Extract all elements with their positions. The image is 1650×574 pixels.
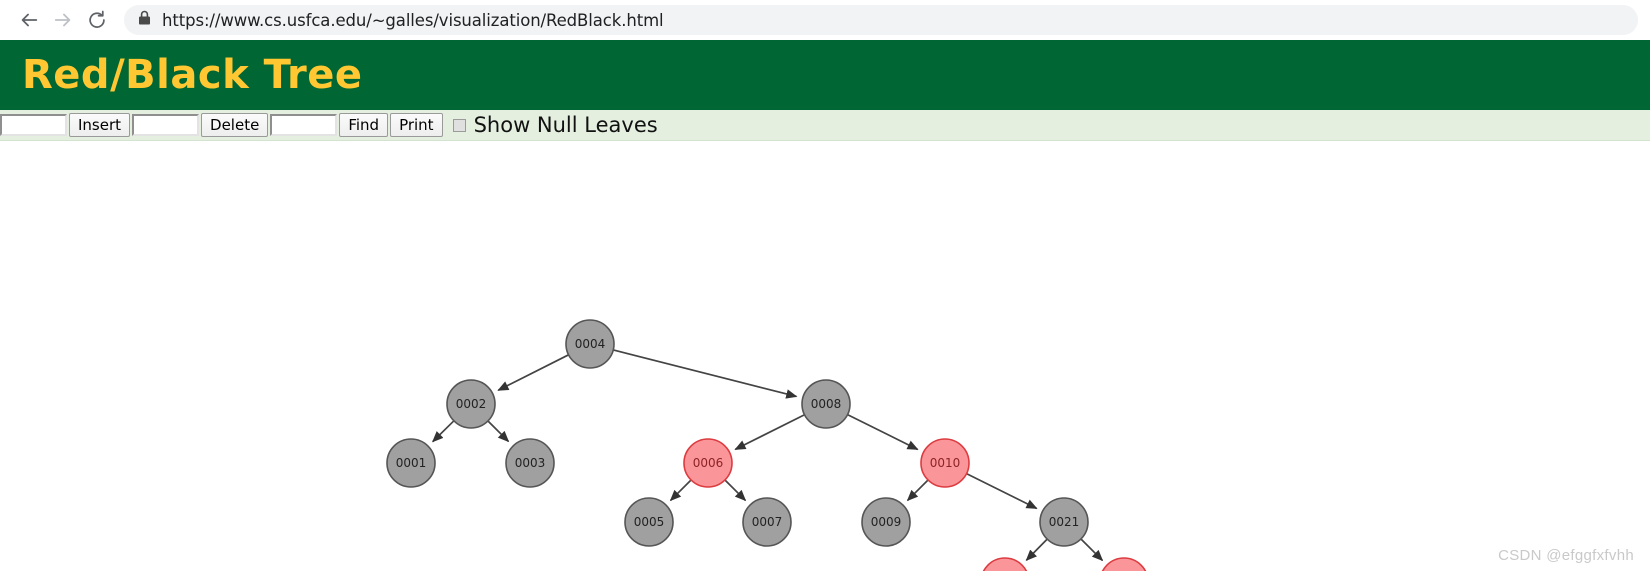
tree-node-circle bbox=[801, 379, 851, 429]
tree-edge bbox=[497, 354, 569, 392]
tree-node[interactable]: 0002 bbox=[446, 379, 496, 429]
back-button[interactable] bbox=[12, 3, 46, 37]
arrow-left-icon bbox=[18, 9, 40, 31]
tree-node-circle bbox=[446, 379, 496, 429]
tree-node-circle bbox=[1101, 557, 1147, 571]
tree-node-circle bbox=[624, 497, 674, 547]
show-null-leaves-checkbox[interactable] bbox=[452, 118, 466, 132]
tree-visualization-canvas[interactable]: 0004 0002 0008 0001 0003 0006 0010 0005 0007 0009… bbox=[0, 141, 1650, 571]
lock-icon bbox=[138, 10, 151, 31]
tree-node[interactable]: 0004 bbox=[565, 319, 615, 369]
arrow-right-icon bbox=[52, 9, 74, 31]
delete-input[interactable] bbox=[132, 114, 200, 136]
tree-edge bbox=[487, 420, 510, 443]
tree-node[interactable]: 0009 bbox=[861, 497, 911, 547]
tree-edge bbox=[724, 479, 747, 502]
reload-button[interactable] bbox=[80, 3, 114, 37]
tree-node[interactable]: 0005 bbox=[624, 497, 674, 547]
tree-node-circle bbox=[861, 497, 911, 547]
find-input[interactable] bbox=[270, 114, 338, 136]
tree-node-circle bbox=[505, 438, 555, 488]
tree-edge bbox=[966, 472, 1038, 510]
tree-node[interactable]: 0007 bbox=[742, 497, 792, 547]
url-text: https://www.cs.usfca.edu/~galles/visuali… bbox=[162, 10, 664, 30]
site-banner: Red/Black Tree bbox=[0, 40, 1650, 110]
insert-input[interactable] bbox=[0, 114, 67, 136]
tree-node[interactable]: 0001 bbox=[386, 438, 436, 488]
tree-edge bbox=[847, 413, 919, 451]
tree-node[interactable]: 0050 bbox=[1100, 557, 1148, 571]
tree-node-circle bbox=[565, 319, 615, 369]
tree-node[interactable]: 0006 bbox=[683, 438, 733, 488]
browser-toolbar: https://www.cs.usfca.edu/~galles/visuali… bbox=[0, 0, 1650, 40]
tree-graph: 0004 0002 0008 0001 0003 0006 0010 0005 0007 0009… bbox=[386, 319, 1148, 571]
tree-node-circle bbox=[742, 497, 792, 547]
reload-icon bbox=[86, 9, 108, 31]
tree-edge bbox=[734, 413, 805, 451]
tree-edge bbox=[432, 420, 455, 443]
tree-edge bbox=[1080, 538, 1104, 562]
tree-node[interactable]: 0010 bbox=[920, 438, 970, 488]
find-button[interactable]: Find bbox=[339, 113, 389, 137]
tree-node[interactable]: 0003 bbox=[505, 438, 555, 488]
tree-edge bbox=[1025, 538, 1048, 561]
tree-node-circle bbox=[386, 438, 436, 488]
delete-button[interactable]: Delete bbox=[201, 113, 269, 137]
forward-button[interactable] bbox=[46, 3, 80, 37]
show-null-leaves-label: Show Null Leaves bbox=[473, 113, 658, 137]
insert-button[interactable]: Insert bbox=[69, 113, 131, 137]
tree-node[interactable]: 0015 bbox=[981, 557, 1029, 571]
tree-edge bbox=[613, 349, 798, 399]
tree-node-circle bbox=[982, 557, 1028, 571]
tree-edge bbox=[669, 479, 692, 502]
tree-node-circle bbox=[683, 438, 733, 488]
print-button[interactable]: Print bbox=[390, 113, 443, 137]
tree-node-circle bbox=[1039, 497, 1089, 547]
show-null-leaves-control[interactable]: Show Null Leaves bbox=[452, 113, 658, 137]
watermark: CSDN @efggfxfvhh bbox=[1498, 547, 1634, 564]
tree-node[interactable]: 0008 bbox=[801, 379, 851, 429]
controls-toolbar: Insert Delete Find Print Show Null Leave… bbox=[0, 110, 1650, 141]
tree-nodes: 0004 0002 0008 0001 0003 0006 0010 0005 0007 0009… bbox=[386, 319, 1148, 571]
page-title: Red/Black Tree bbox=[22, 52, 363, 98]
tree-node[interactable]: 0021 bbox=[1039, 497, 1089, 547]
address-bar[interactable]: https://www.cs.usfca.edu/~galles/visuali… bbox=[124, 5, 1638, 35]
tree-edge bbox=[906, 479, 929, 502]
tree-node-circle bbox=[920, 438, 970, 488]
